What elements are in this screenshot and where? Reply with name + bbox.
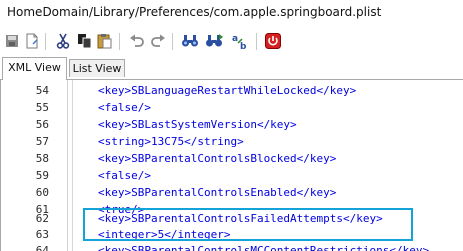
line-number: 64 <box>35 244 49 251</box>
code-line: 56 <key>SBLastSystemVersion</key> <box>1 116 463 133</box>
tab-list-view[interactable]: List View <box>69 59 125 77</box>
code-text: <key>SBParentalControlsBlocked</key> <box>98 152 337 165</box>
code-line: 60 <key>SBParentalControlsEnabled</key> <box>1 184 463 201</box>
exit-icon[interactable] <box>264 32 282 50</box>
line-number: 62 <box>35 212 49 225</box>
code-line: 55 <false/> <box>1 99 463 116</box>
toolbar-separator <box>172 33 173 50</box>
redo-icon[interactable] <box>149 32 167 50</box>
toolbar-separator <box>119 33 120 50</box>
line-number: 57 <box>35 135 49 148</box>
code-line: 57 <string>13C75</string> <box>1 133 463 150</box>
code-text: <false/> <box>98 169 151 182</box>
code-line-highlighted: 63 <integer>5</integer> <box>1 226 463 243</box>
paste-icon[interactable] <box>96 32 114 50</box>
line-number: 56 <box>35 118 49 131</box>
code-text: <key>SBParentalControlsEnabled</key> <box>98 186 337 199</box>
save-icon[interactable] <box>3 32 21 50</box>
code-text: <false/> <box>98 101 151 114</box>
tab-xml-view[interactable]: XML View <box>2 57 67 80</box>
code-text: <key>SBParentalControlsFailedAttempts</k… <box>98 212 383 225</box>
line-number: 55 <box>35 101 49 114</box>
title-bar: HomeDomain/Library/Preferences/com.apple… <box>0 0 463 26</box>
toolbar-separator <box>256 33 257 50</box>
toolbar: a b <box>0 28 463 54</box>
view-tabs: XML View List View <box>0 57 463 80</box>
plist-editor-window: HomeDomain/Library/Preferences/com.apple… <box>0 0 463 251</box>
new-document-icon[interactable] <box>23 32 41 50</box>
find-next-icon[interactable] <box>205 32 223 50</box>
find-icon[interactable] <box>181 32 199 50</box>
line-number: 60 <box>35 186 49 199</box>
svg-text:a: a <box>232 34 238 44</box>
xml-editor[interactable]: 54 <key>SBLanguageRestartWhileLocked</ke… <box>0 80 463 251</box>
code-text: <string>13C75</string> <box>98 135 244 148</box>
toolbar-separator <box>45 33 46 50</box>
copy-icon[interactable] <box>76 32 94 50</box>
svg-text:b: b <box>240 42 247 50</box>
line-number: 63 <box>35 228 49 241</box>
window-title: HomeDomain/Library/Preferences/com.apple… <box>7 5 382 19</box>
code-line: 54 <key>SBLanguageRestartWhileLocked</ke… <box>1 82 463 99</box>
code-line: 59 <false/> <box>1 167 463 184</box>
line-number: 58 <box>35 152 49 165</box>
undo-icon[interactable] <box>128 32 146 50</box>
cut-icon[interactable] <box>54 32 72 50</box>
code-line: 58 <key>SBParentalControlsBlocked</key> <box>1 150 463 167</box>
line-number: 59 <box>35 169 49 182</box>
line-number: 54 <box>35 84 49 97</box>
code-text: <key>SBLanguageRestartWhileLocked</key> <box>98 84 357 97</box>
replace-icon[interactable]: a b <box>232 32 250 50</box>
tab-label: List View <box>72 62 122 75</box>
tab-label: XML View <box>8 61 61 74</box>
code-text: <integer>5</integer> <box>98 228 231 241</box>
code-text: <key>SBParentalControlsMCContentRestrict… <box>98 244 430 251</box>
code-text: <key>SBLastSystemVersion</key> <box>98 118 297 131</box>
code-line: 64 <key>SBParentalControlsMCContentRestr… <box>1 242 463 251</box>
code-line-highlighted: 62 <key>SBParentalControlsFailedAttempts… <box>1 210 463 227</box>
